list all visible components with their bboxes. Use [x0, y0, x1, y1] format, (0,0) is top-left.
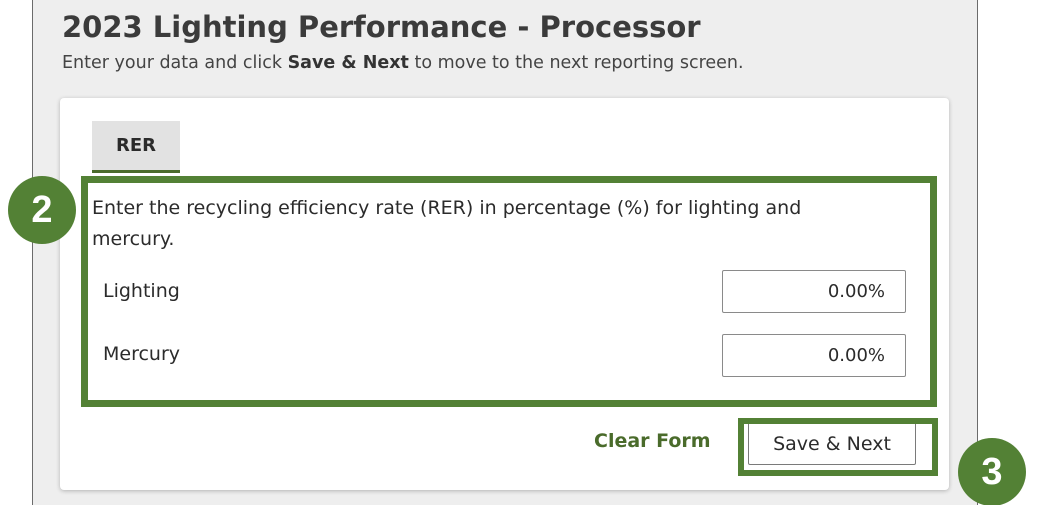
subtitle-text-end: to move to the next reporting screen.: [408, 53, 744, 73]
tab-rer[interactable]: RER: [92, 121, 180, 173]
step-3-badge: 3: [958, 438, 1026, 505]
clear-form-link[interactable]: Clear Form: [594, 430, 711, 452]
step-2-highlight: [81, 176, 937, 407]
step-3-highlight: [738, 418, 938, 476]
page-subtitle: Enter your data and click Save & Next to…: [62, 53, 744, 73]
page-title: 2023 Lighting Performance - Processor: [62, 10, 701, 44]
subtitle-text-start: Enter your data and click: [62, 53, 288, 73]
step-2-badge: 2: [8, 176, 76, 244]
subtitle-save-next-emphasis: Save & Next: [287, 53, 409, 73]
